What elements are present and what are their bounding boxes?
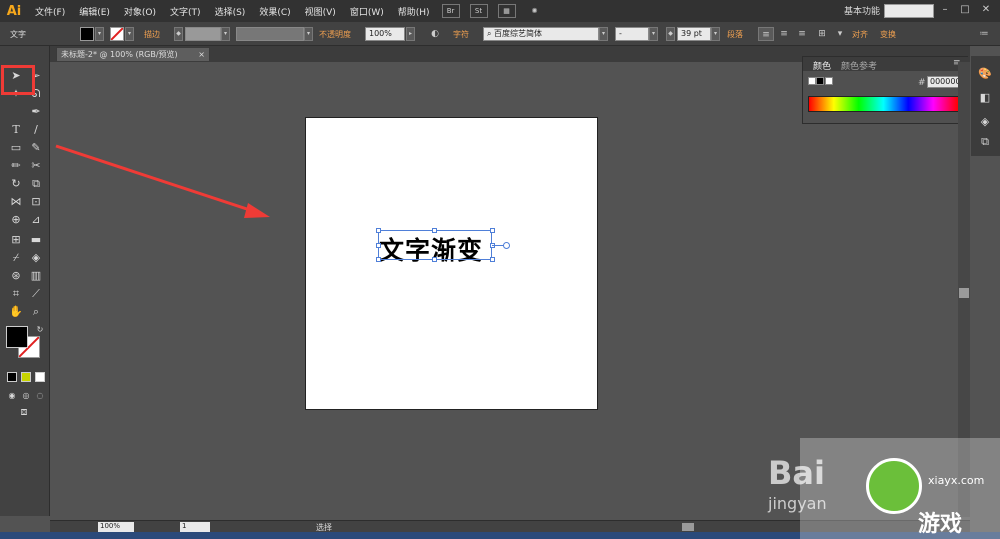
right-dock: 🎨 ◧ ◈ ⧉ — [971, 56, 1000, 156]
vertical-scroll-thumb[interactable] — [959, 288, 969, 298]
tab-color-guide[interactable]: 颜色参考 — [841, 59, 877, 72]
color-guide-icon[interactable]: ◧ — [977, 90, 993, 106]
page-field[interactable]: 1 — [180, 522, 210, 532]
zoom-field[interactable]: 100% — [98, 522, 134, 532]
hex-symbol: # — [918, 78, 926, 88]
layers-icon[interactable]: ◈ — [977, 114, 993, 130]
watermark-site: xiayx.com — [928, 474, 985, 487]
tab-color[interactable]: 颜色 — [813, 59, 831, 72]
watermark-game: 游戏 — [918, 512, 963, 537]
artboards-icon[interactable]: ⧉ — [977, 134, 993, 150]
color-white-swatch[interactable] — [825, 77, 833, 85]
color-none-swatch[interactable] — [808, 77, 816, 85]
watermark-logo — [866, 458, 922, 514]
watermark-baidu: Bai — [768, 454, 825, 492]
watermark-jingyan: jingyan — [768, 494, 827, 513]
horizontal-scroll-thumb[interactable] — [682, 523, 694, 531]
color-spectrum[interactable] — [808, 96, 959, 112]
color-black-swatch[interactable] — [816, 77, 824, 85]
hex-input[interactable]: 000000 — [927, 76, 961, 88]
color-panel-icon[interactable]: 🎨 — [977, 66, 993, 82]
watermark: Bai jingyan xiayx.com 游戏 — [768, 438, 1000, 539]
color-panel: 颜色 颜色参考 ≡ # 000000 — [802, 56, 969, 124]
